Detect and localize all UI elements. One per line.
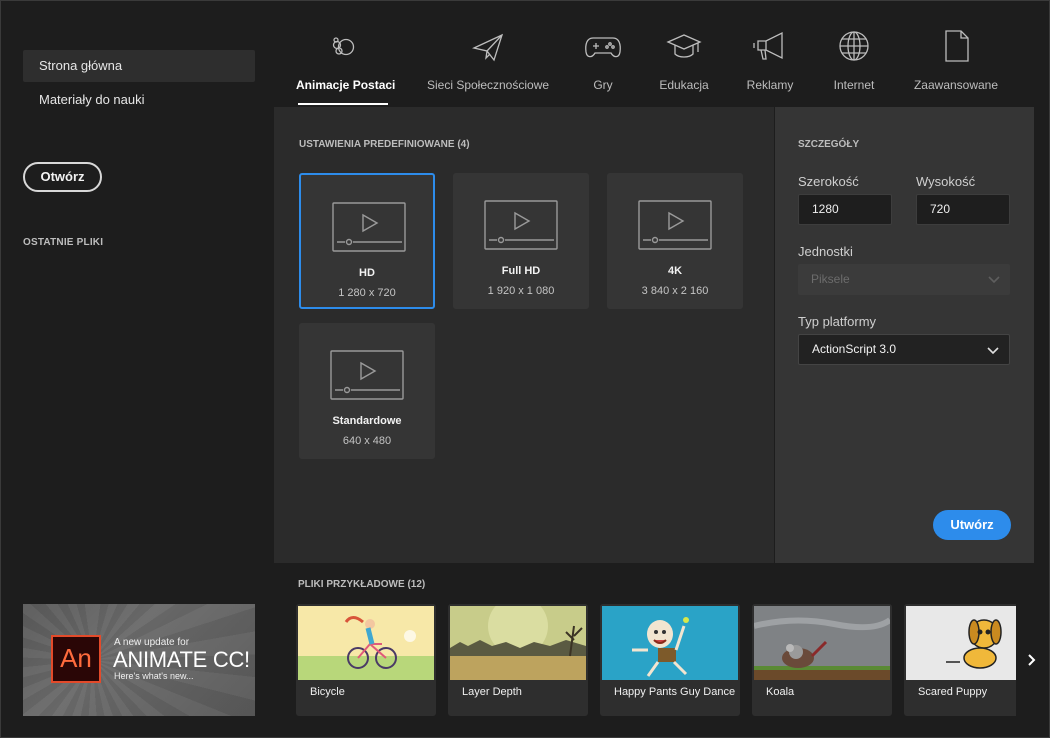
sample-files-title: PLIKI PRZYKŁADOWE (12) — [298, 579, 426, 590]
banner-line3: Here's what's new... — [114, 671, 194, 681]
preset-size: 1 920 x 1 080 — [487, 285, 555, 297]
video-preset-icon — [484, 200, 558, 250]
sample-files-row: Bicycle Layer Depth Happy Pants Guy Danc… — [296, 604, 1016, 716]
chevron-down-icon — [988, 276, 1000, 284]
sample-name: Koala — [766, 686, 795, 698]
sample-scared-puppy[interactable]: Scared Puppy — [904, 604, 1016, 716]
banner-line2: ANIMATE CC! — [113, 647, 250, 672]
globe-icon — [839, 31, 869, 61]
tab-label: Zaawansowane — [913, 78, 999, 92]
units-select: Piksele — [798, 264, 1010, 295]
preset-name: Full HD — [501, 265, 541, 277]
tab-social[interactable]: Sieci Społecznościowe — [426, 28, 550, 92]
preset-standard[interactable]: Standardowe 640 x 480 — [299, 323, 435, 459]
tab-label: Reklamy — [746, 78, 794, 92]
details-panel: SZCZEGÓŁY Szerokość 1280 Wysokość 720 Je… — [775, 107, 1034, 563]
height-field[interactable]: 720 — [916, 194, 1010, 225]
animate-logo: An — [51, 635, 101, 683]
width-label: Szerokość — [798, 174, 859, 189]
preset-name: Standardowe — [332, 415, 402, 427]
sample-name: Bicycle — [310, 686, 345, 698]
gamepad-icon — [585, 37, 621, 58]
video-preset-icon — [332, 202, 406, 252]
sidebar: Strona główna Materiały do nauki — [23, 50, 255, 118]
scared-puppy-thumbnail — [906, 606, 1016, 680]
happy-pants-thumbnail — [602, 606, 738, 680]
character-animation-icon — [332, 37, 355, 56]
paper-plane-icon — [472, 33, 504, 62]
tab-label: Internet — [833, 78, 875, 92]
sample-name: Layer Depth — [462, 686, 522, 698]
bicycle-thumbnail — [298, 606, 434, 680]
sample-layer-depth[interactable]: Layer Depth — [448, 604, 588, 716]
platform-value: ActionScript 3.0 — [812, 342, 897, 356]
recent-files-label: OSTATNIE PLIKI — [23, 237, 104, 248]
category-tabs: Animacje Postaci Sieci Społecznościowe G… — [274, 28, 1034, 106]
graduation-cap-icon — [666, 34, 702, 58]
preset-size: 3 840 x 2 160 — [641, 285, 709, 297]
units-value: Piksele — [811, 272, 850, 286]
tab-character-animation[interactable]: Animacje Postaci — [296, 28, 396, 92]
preset-hd[interactable]: HD 1 280 x 720 — [299, 173, 435, 309]
chevron-right-icon[interactable] — [1026, 652, 1038, 668]
preset-size: 1 280 x 720 — [338, 287, 396, 299]
presets-title: USTAWIENIA PREDEFINIOWANE (4) — [299, 139, 470, 150]
open-button[interactable]: Otwórz — [23, 162, 102, 192]
sidebar-item-learn[interactable]: Materiały do nauki — [23, 84, 255, 116]
tab-advanced[interactable]: Zaawansowane — [912, 28, 1000, 92]
create-button[interactable]: Utwórz — [933, 510, 1011, 540]
update-banner[interactable]: An A new update for ANIMATE CC! Here's w… — [23, 604, 255, 716]
height-label: Wysokość — [916, 174, 976, 189]
tab-label: Gry — [593, 78, 613, 92]
sample-name: Scared Puppy — [918, 686, 988, 698]
sample-name: Happy Pants Guy Dance — [614, 686, 736, 698]
tab-label: Animacje Postaci — [296, 78, 396, 92]
video-preset-icon — [330, 350, 404, 400]
platform-select[interactable]: ActionScript 3.0 — [798, 334, 1010, 365]
details-title: SZCZEGÓŁY — [798, 139, 860, 150]
preset-name: HD — [359, 267, 375, 279]
sidebar-item-home[interactable]: Strona główna — [23, 50, 255, 82]
active-tab-underline — [298, 103, 388, 105]
koala-thumbnail — [754, 606, 890, 680]
tab-label: Sieci Społecznościowe — [426, 78, 550, 92]
tab-internet[interactable]: Internet — [830, 28, 878, 92]
chevron-down-icon — [987, 347, 999, 355]
sample-bicycle[interactable]: Bicycle — [296, 604, 436, 716]
presets-panel: USTAWIENIA PREDEFINIOWANE (4) HD 1 280 x… — [274, 107, 774, 563]
preset-name: 4K — [667, 265, 683, 277]
tab-label: Edukacja — [659, 78, 709, 92]
layer-depth-thumbnail — [450, 606, 586, 680]
preset-4k[interactable]: 4K 3 840 x 2 160 — [607, 173, 743, 309]
document-icon — [945, 30, 969, 62]
tab-education[interactable]: Edukacja — [658, 28, 710, 92]
megaphone-icon — [753, 31, 783, 60]
width-field[interactable]: 1280 — [798, 194, 892, 225]
units-label: Jednostki — [798, 244, 853, 259]
video-preset-icon — [638, 200, 712, 250]
tab-ads[interactable]: Reklamy — [745, 28, 795, 92]
platform-label: Typ platformy — [798, 314, 877, 329]
sample-happy-pants-guy-dance[interactable]: Happy Pants Guy Dance — [600, 604, 740, 716]
tab-games[interactable]: Gry — [583, 28, 623, 92]
sample-koala[interactable]: Koala — [752, 604, 892, 716]
preset-full-hd[interactable]: Full HD 1 920 x 1 080 — [453, 173, 589, 309]
preset-size: 640 x 480 — [342, 435, 392, 447]
